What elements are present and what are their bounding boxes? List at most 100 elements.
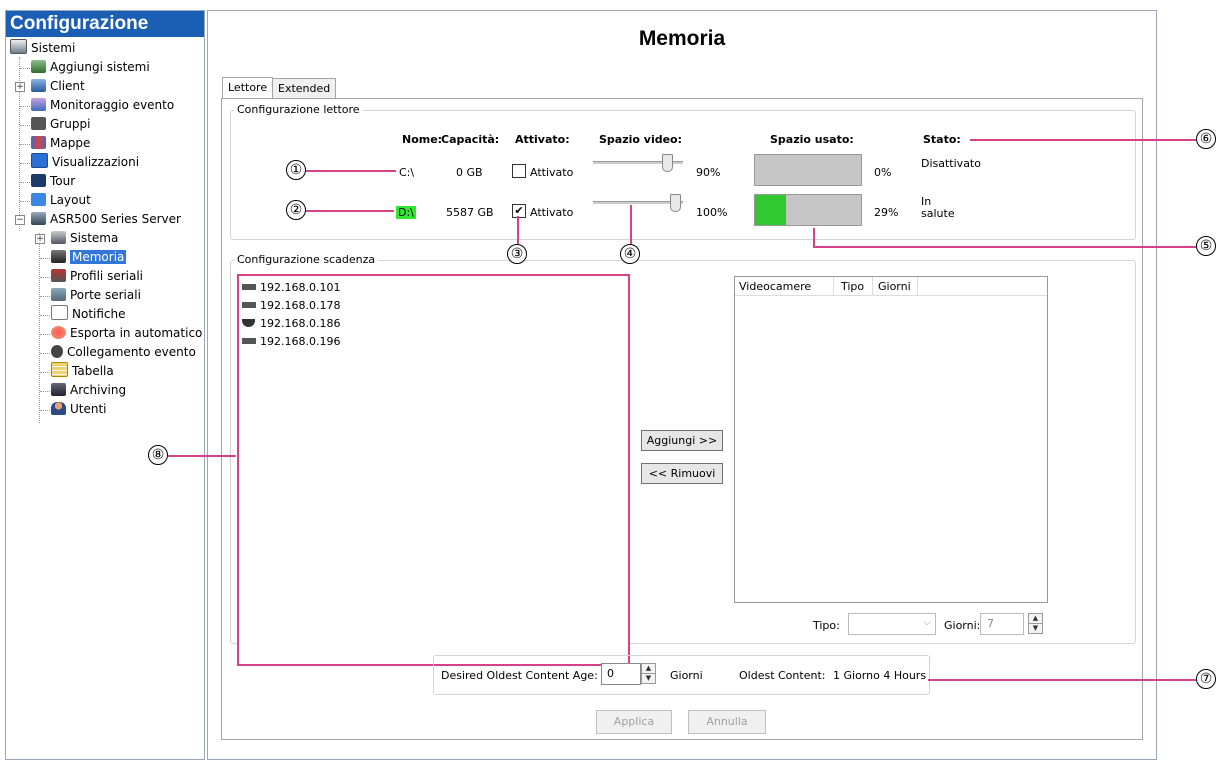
desired-age-down-icon[interactable]: ▼ <box>641 673 656 684</box>
expand-client-icon[interactable]: + <box>15 82 25 92</box>
callout-8: ⑧ <box>148 445 168 465</box>
callout-5-line-b <box>813 246 1196 248</box>
type-select[interactable]: ⌵ <box>848 613 936 635</box>
tab-extended[interactable]: Extended <box>272 78 337 99</box>
tree-item-archiving[interactable]: Archiving <box>51 381 126 400</box>
sidebar-title: Configurazione <box>6 11 204 37</box>
event-monitoring-icon <box>31 98 46 111</box>
callout-6-line <box>970 139 1196 141</box>
main-panel: Memoria Lettore Extended Configurazione … <box>207 10 1157 760</box>
apply-button[interactable]: Applica <box>596 710 672 734</box>
tree-item-sistema[interactable]: Sistema <box>51 229 118 248</box>
video-space-slider-thumb[interactable] <box>662 154 673 172</box>
tree-item-collegamento-evento[interactable]: Collegamento evento <box>51 343 196 362</box>
serial-profiles-icon <box>51 269 66 282</box>
remove-button[interactable]: << Rimuovi <box>641 463 723 484</box>
used-space-percent: 29% <box>874 206 899 219</box>
tree-item-utenti[interactable]: Utenti <box>51 400 107 419</box>
tree-item-client[interactable]: Client <box>31 77 85 96</box>
callout-5: ⑤ <box>1196 236 1216 256</box>
header-enabled: Attivato: <box>515 133 570 146</box>
add-button[interactable]: Aggiungi >> <box>641 430 723 451</box>
tree-item-tour[interactable]: Tour <box>31 172 75 191</box>
layout-icon <box>31 193 46 206</box>
column-days[interactable]: Giorni <box>878 280 911 293</box>
tree-item-sistemi[interactable]: Sistemi <box>10 39 75 58</box>
drive-capacity: 5587 GB <box>446 206 494 219</box>
callout-6: ⑥ <box>1196 129 1216 149</box>
tab-lettore[interactable]: Lettore <box>222 77 274 99</box>
video-space-slider-thumb[interactable] <box>670 194 681 212</box>
expiry-table[interactable]: Videocamere Tipo Giorni <box>734 276 1048 603</box>
days-input[interactable]: 7 <box>980 613 1024 635</box>
days-down-icon[interactable]: ▼ <box>1028 623 1043 634</box>
tree-item-porte-seriali[interactable]: Porte seriali <box>51 286 141 305</box>
drive-status: In salute <box>921 196 955 220</box>
desired-age-unit: Giorni <box>670 669 703 682</box>
drive-enabled-checkbox[interactable] <box>512 164 526 178</box>
client-icon <box>31 79 46 92</box>
drive-name: C:\ <box>399 166 415 179</box>
tour-icon <box>31 174 46 187</box>
callout-1-line <box>306 170 396 172</box>
tree-item-aggiungi-sistemi[interactable]: Aggiungi sistemi <box>31 58 150 77</box>
tree-item-tabella[interactable]: Tabella <box>51 362 114 381</box>
tree-item-memoria[interactable]: Memoria <box>51 248 127 267</box>
used-space-percent: 0% <box>874 166 892 179</box>
days-label: Giorni: <box>944 619 981 632</box>
tree-item-profili-seriali[interactable]: Profili seriali <box>51 267 143 286</box>
callout-1: ① <box>286 160 306 180</box>
callout-2: ② <box>286 200 306 220</box>
cancel-button[interactable]: Annulla <box>688 710 766 734</box>
tree-item-visualizzazioni[interactable]: Visualizzazioni <box>31 153 139 172</box>
tree-item-layout[interactable]: Layout <box>31 191 91 210</box>
used-space-bar <box>754 154 862 186</box>
column-cameras[interactable]: Videocamere <box>739 280 811 293</box>
drive-capacity: 0 GB <box>456 166 483 179</box>
chevron-down-icon[interactable]: ⌵ <box>923 617 931 628</box>
table-icon <box>51 362 68 377</box>
tree-item-asr500-server[interactable]: ASR500 Series Server <box>31 210 181 229</box>
users-icon <box>51 402 66 415</box>
header-video-space: Spazio video: <box>599 133 683 146</box>
notifications-icon <box>51 305 68 320</box>
event-link-icon <box>51 345 63 358</box>
type-label: Tipo: <box>813 619 840 632</box>
server-icon <box>31 212 46 225</box>
callout-8-line <box>168 455 236 457</box>
callout-4-line <box>630 205 632 244</box>
page-title: Memoria <box>638 27 726 50</box>
used-space-bar <box>754 194 862 226</box>
days-input-value: 7 <box>987 617 994 630</box>
storage-icon <box>51 250 66 263</box>
desired-age-label: Desired Oldest Content Age: <box>441 669 598 682</box>
tree-item-monitoraggio-evento[interactable]: Monitoraggio evento <box>31 96 174 115</box>
drive-config-group <box>230 110 1136 240</box>
tree-item-notifiche[interactable]: Notifiche <box>51 305 126 324</box>
callout-7-line <box>928 679 1196 681</box>
auto-export-icon <box>51 326 66 339</box>
callout-4: ④ <box>620 244 640 264</box>
tree-item-esporta-automatico[interactable]: Esporta in automatico <box>51 324 202 343</box>
oldest-content-value: 1 Giorno 4 Hours <box>833 669 927 682</box>
expiry-config-label: Configurazione scadenza <box>234 253 379 266</box>
expand-sistema-icon[interactable]: + <box>35 234 45 244</box>
tree-item-mappe[interactable]: Mappe <box>31 134 90 153</box>
drive-enabled-checkbox[interactable]: ✔ <box>512 204 526 218</box>
tree-item-gruppi[interactable]: Gruppi <box>31 115 90 134</box>
callout-highlight-camera-list <box>237 274 630 666</box>
desired-age-input[interactable]: 0 <box>601 663 641 685</box>
table-header: Videocamere Tipo Giorni <box>735 277 1047 296</box>
header-capacity: Capacità: <box>441 133 500 146</box>
collapse-server-icon[interactable]: − <box>15 215 25 225</box>
callout-2-line <box>306 210 394 212</box>
groups-icon <box>31 117 46 130</box>
drive-name: D:\ <box>396 206 416 219</box>
sidebar-tree: Configurazione Sistemi Aggiungi sistemi … <box>5 10 205 760</box>
oldest-content-label: Oldest Content: <box>739 669 826 682</box>
callout-3: ③ <box>507 244 527 264</box>
video-space-percent: 90% <box>696 166 721 179</box>
column-type[interactable]: Tipo <box>841 280 864 293</box>
systems-icon <box>10 39 27 54</box>
views-icon <box>31 153 48 168</box>
